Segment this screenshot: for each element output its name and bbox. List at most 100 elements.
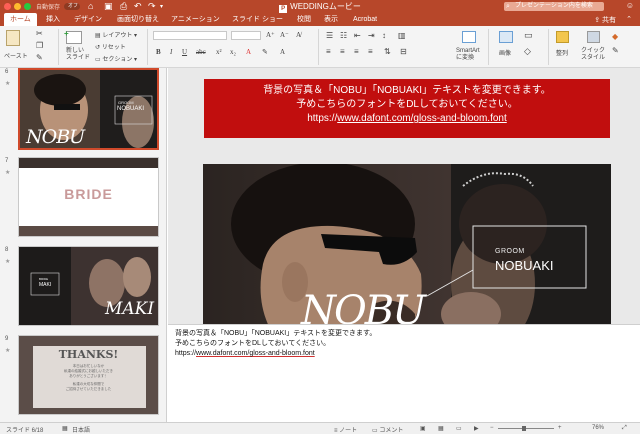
script-name-text[interactable]: NOBU bbox=[301, 288, 426, 324]
tab-home[interactable]: ホーム bbox=[4, 13, 37, 26]
tab-slideshow[interactable]: スライド ショー bbox=[232, 13, 283, 26]
zoom-slider[interactable] bbox=[498, 428, 554, 429]
star-icon: ★ bbox=[5, 348, 11, 354]
instruction-banner[interactable]: 背景の写真＆「NOBU」「NOBUAKI」テキストを変更できます。 予めこちらの… bbox=[204, 79, 610, 138]
font-family-select[interactable] bbox=[153, 31, 227, 40]
increase-indent-icon[interactable]: ⇥ bbox=[368, 31, 375, 40]
font-size-select[interactable] bbox=[231, 31, 261, 40]
notes-toggle-button[interactable]: ≡ ノート bbox=[334, 425, 357, 434]
tab-acrobat[interactable]: Acrobat bbox=[353, 13, 377, 26]
shapes-icon[interactable]: ◇ bbox=[524, 46, 531, 57]
tab-transitions[interactable]: 画面切り替え bbox=[117, 13, 159, 26]
thumbnail-script-text: NOBU bbox=[26, 126, 85, 148]
clear-format-icon[interactable]: A̸ bbox=[296, 31, 301, 39]
superscript-button[interactable]: x² bbox=[216, 48, 222, 56]
shape-outline-icon[interactable]: ✎ bbox=[612, 46, 619, 55]
section-button[interactable]: ▭ セクション ▾ bbox=[95, 54, 137, 63]
zoom-level[interactable]: 76% bbox=[592, 425, 604, 431]
quick-style-button[interactable]: クイック スタイル bbox=[581, 48, 605, 62]
text-box-icon[interactable]: ▭ bbox=[524, 30, 533, 41]
italic-button[interactable]: I bbox=[170, 48, 172, 56]
align-right-icon[interactable]: ≡ bbox=[354, 47, 359, 56]
smartart-button[interactable]: SmartArt に変換 bbox=[456, 48, 480, 62]
columns-icon[interactable]: ▥ bbox=[398, 31, 406, 40]
reset-button[interactable]: ↺ リセット bbox=[95, 42, 126, 51]
banner-link[interactable]: https://www.dafont.com/gloss-and-bloom.f… bbox=[204, 112, 610, 126]
banner-line: 背景の写真＆「NOBU」「NOBUAKI」テキストを変更できます。 bbox=[263, 85, 551, 96]
decrease-indent-icon[interactable]: ⇤ bbox=[354, 31, 361, 40]
slide-thumbnail-9[interactable]: THANKS! 本日はお忙しいなか 私達の結婚式にお越しいただき ありがとうござ… bbox=[18, 335, 159, 415]
tab-design[interactable]: デザイン bbox=[74, 13, 102, 26]
arrange-button[interactable]: 整列 bbox=[556, 48, 568, 57]
align-text-icon[interactable]: ⊟ bbox=[400, 47, 407, 56]
proofing-icon[interactable]: ▦ bbox=[62, 425, 68, 432]
shape-fill-icon[interactable]: ◆ bbox=[612, 32, 618, 41]
slide-thumbnail-6[interactable]: GROOM NOBUAKI NOBU bbox=[18, 68, 159, 150]
normal-view-icon[interactable]: ▣ bbox=[420, 425, 426, 432]
tab-view[interactable]: 表示 bbox=[324, 13, 338, 26]
strikethrough-button[interactable]: abc bbox=[196, 48, 206, 56]
add-icon: + bbox=[64, 29, 69, 38]
numbering-icon[interactable]: ☷ bbox=[340, 31, 347, 40]
notes-pane[interactable]: 背景の写真＆「NOBU」「NOBUAKI」テキストを変更できます。 予めこちらの… bbox=[168, 324, 640, 422]
paste-button[interactable]: ペースト bbox=[4, 51, 28, 60]
bullets-icon[interactable]: ☰ bbox=[326, 31, 333, 40]
slide-sorter-icon[interactable]: ▦ bbox=[438, 425, 444, 432]
language-status[interactable]: 日本語 bbox=[72, 425, 90, 434]
star-icon: ★ bbox=[5, 170, 11, 176]
line-spacing-icon[interactable]: ↕ bbox=[382, 31, 386, 40]
justify-icon[interactable]: ≡ bbox=[368, 47, 373, 56]
reading-view-icon[interactable]: ▭ bbox=[456, 425, 462, 432]
align-center-icon[interactable]: ≡ bbox=[340, 47, 345, 56]
slide-editor[interactable]: 背景の写真＆「NOBU」「NOBUAKI」テキストを変更できます。 予めこちらの… bbox=[168, 68, 640, 324]
image-icon[interactable] bbox=[499, 31, 513, 43]
slide-thumbnail-8[interactable]: BRIDE MAKI MAKI bbox=[18, 246, 159, 326]
tab-review[interactable]: 校閲 bbox=[297, 13, 311, 26]
slide-position: スライド 6/18 bbox=[6, 428, 44, 434]
increase-font-icon[interactable]: A⁺ bbox=[266, 31, 275, 39]
slide-thumbnails-pane[interactable]: 6 ★ GROOM NOBUAKI NOBU 7 ★ BRIDE 8 ★ BRI… bbox=[0, 68, 167, 422]
zoom-out-icon[interactable]: − bbox=[490, 425, 494, 431]
text-direction-icon[interactable]: ⇅ bbox=[384, 47, 391, 56]
slide-thumbnail-7[interactable]: BRIDE bbox=[18, 157, 159, 237]
text-effects-icon[interactable]: A bbox=[280, 48, 285, 56]
search-input[interactable]: ⌕ プレゼンテーション内を検索 bbox=[504, 2, 604, 11]
underline-button[interactable]: U bbox=[182, 48, 187, 56]
image-button[interactable]: 画像 bbox=[499, 48, 511, 57]
comments-toggle-button[interactable]: ▭ コメント bbox=[372, 425, 403, 434]
slideshow-view-icon[interactable]: ▶ bbox=[474, 425, 479, 432]
thumbnail-title: BRIDE bbox=[64, 186, 113, 202]
paste-icon[interactable] bbox=[6, 30, 20, 46]
smartart-icon[interactable] bbox=[462, 31, 476, 43]
collapse-ribbon-icon[interactable]: ⌃ bbox=[626, 15, 632, 23]
current-slide[interactable]: GROOM NOBUAKI NOBU bbox=[203, 164, 611, 324]
groom-name[interactable]: NOBUAKI bbox=[495, 258, 554, 273]
bold-button[interactable]: B bbox=[156, 48, 161, 56]
notes-link[interactable]: https://www.dafont.com/gloss-and-bloom.f… bbox=[175, 349, 633, 359]
format-painter-icon[interactable]: ✎ bbox=[36, 53, 43, 62]
decrease-font-icon[interactable]: A⁻ bbox=[280, 31, 289, 39]
font-color-icon[interactable]: A bbox=[246, 48, 251, 56]
share-button[interactable]: ⇪ 共有 bbox=[594, 15, 616, 25]
notes-line: 背景の写真＆「NOBU」「NOBUAKI」テキストを変更できます。 bbox=[175, 330, 377, 337]
new-slide-button[interactable]: 新しい スライド bbox=[66, 48, 90, 62]
align-left-icon[interactable]: ≡ bbox=[326, 47, 331, 56]
highlight-icon[interactable]: ✎ bbox=[262, 48, 268, 56]
arrange-icon[interactable] bbox=[556, 31, 569, 43]
tab-insert[interactable]: 挿入 bbox=[46, 13, 60, 26]
star-icon: ★ bbox=[5, 259, 11, 265]
zoom-in-icon[interactable]: + bbox=[558, 425, 562, 431]
search-icon: ⌕ bbox=[506, 3, 510, 10]
ribbon-tabs: ホーム 挿入 デザイン 画面切り替え アニメーション スライド ショー 校閲 表… bbox=[0, 13, 640, 26]
fit-to-window-icon[interactable]: ⤢ bbox=[622, 425, 627, 432]
groom-label[interactable]: GROOM bbox=[495, 248, 525, 255]
quick-style-icon[interactable] bbox=[587, 31, 600, 43]
copy-icon[interactable]: ❐ bbox=[36, 41, 43, 50]
account-icon[interactable]: ☺ bbox=[626, 1, 634, 10]
tab-animations[interactable]: アニメーション bbox=[171, 13, 220, 26]
subscript-button[interactable]: x₂ bbox=[230, 48, 236, 56]
cut-icon[interactable]: ✂ bbox=[36, 29, 43, 38]
zoom-slider-handle[interactable] bbox=[522, 426, 526, 431]
layout-button[interactable]: ▤ レイアウト ▾ bbox=[95, 30, 137, 39]
slide-number: 9 bbox=[5, 336, 9, 342]
